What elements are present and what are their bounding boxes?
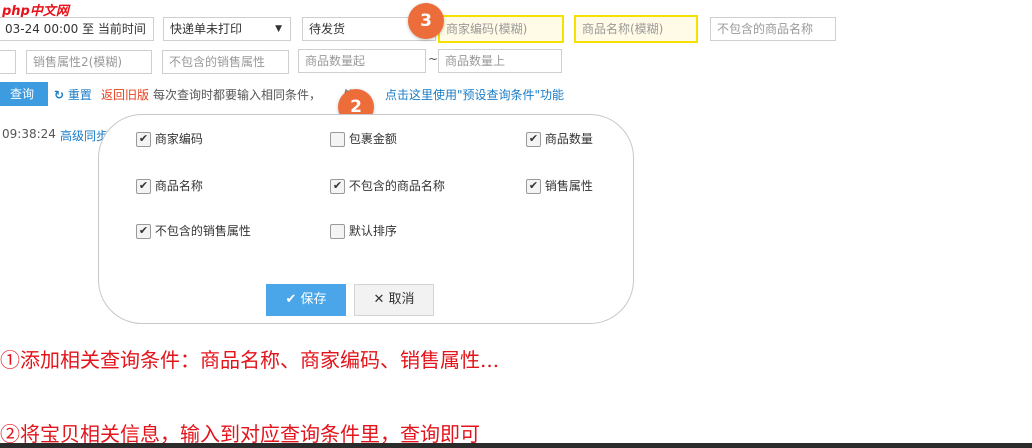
dropdown-arrow-icon: ▼ bbox=[275, 24, 282, 34]
sync-time: 09:38:24 bbox=[2, 127, 56, 141]
qty-to-input[interactable]: 商品数量上 bbox=[438, 49, 562, 73]
checkbox-icon: ✔ bbox=[136, 224, 151, 239]
close-icon: ✕ bbox=[373, 292, 385, 307]
option-label: 商品名称 bbox=[154, 179, 203, 193]
print-status-value: 快递单未打印 bbox=[170, 22, 243, 36]
checkbox-icon: ✔ bbox=[526, 179, 541, 194]
checkbox-icon bbox=[330, 224, 345, 239]
reset-label: 重置 bbox=[67, 88, 92, 102]
checkbox-icon: ✔ bbox=[330, 179, 345, 194]
reset-link[interactable]: ↻ 重置 bbox=[54, 86, 92, 103]
old-version-link[interactable]: 返回旧版 bbox=[101, 86, 149, 103]
option-label: 商家编码 bbox=[154, 132, 203, 146]
product-name-input[interactable]: 商品名称(模糊) bbox=[574, 15, 698, 43]
option-excluded-sales-attr[interactable]: ✔ 不包含的销售属性 bbox=[136, 222, 251, 239]
option-label: 不包含的商品名称 bbox=[348, 179, 445, 193]
option-sales-attr[interactable]: ✔ 销售属性 bbox=[526, 177, 593, 194]
refresh-icon: ↻ bbox=[54, 88, 65, 102]
option-product-name[interactable]: ✔ 商品名称 bbox=[136, 177, 203, 194]
option-product-qty[interactable]: ✔ 商品数量 bbox=[526, 130, 593, 147]
checkbox-icon: ✔ bbox=[136, 132, 151, 147]
instruction-note-1: ①添加相关查询条件：商品名称、商家编码、销售属性... bbox=[0, 348, 500, 372]
checkbox-icon: ✔ bbox=[136, 179, 151, 194]
option-package-amount[interactable]: 包裹金额 bbox=[330, 130, 397, 147]
option-label: 商品数量 bbox=[544, 132, 593, 146]
row2-partial-input[interactable] bbox=[0, 50, 16, 74]
sales-attr2-input[interactable]: 销售属性2(模糊) bbox=[26, 50, 152, 74]
preset-conditions-link[interactable]: 点击这里使用"预设查询条件"功能 bbox=[385, 86, 564, 103]
tip-text: 每次查询时都要输入相同条件， bbox=[153, 88, 322, 102]
qty-from-input[interactable]: 商品数量起 bbox=[298, 49, 426, 73]
merchant-code-input[interactable]: 商家编码(模糊) bbox=[438, 15, 564, 43]
qty-separator: ~ bbox=[428, 52, 439, 66]
excluded-sales-attr-input[interactable]: 不包含的销售属性 bbox=[162, 50, 289, 74]
option-excluded-product-name[interactable]: ✔ 不包含的商品名称 bbox=[330, 177, 445, 194]
option-merchant-code[interactable]: ✔ 商家编码 bbox=[136, 130, 203, 147]
checkbox-icon bbox=[330, 132, 345, 147]
query-button[interactable]: 查询 bbox=[0, 82, 48, 106]
save-button[interactable]: ✔ 保存 bbox=[266, 284, 346, 316]
print-status-select[interactable]: 快递单未打印 ▼ bbox=[163, 17, 291, 41]
cancel-button[interactable]: ✕ 取消 bbox=[354, 284, 434, 316]
checkbox-icon: ✔ bbox=[526, 132, 541, 147]
date-range-field[interactable]: 03-24 00:00 至 当前时间 bbox=[0, 17, 154, 41]
save-label: 保存 bbox=[300, 292, 327, 307]
option-default-sort[interactable]: 默认排序 bbox=[330, 222, 397, 239]
check-icon: ✔ bbox=[285, 292, 297, 307]
cancel-label: 取消 bbox=[388, 292, 415, 307]
option-label: 默认排序 bbox=[348, 224, 397, 238]
excluded-product-name-input[interactable]: 不包含的商品名称 bbox=[710, 17, 836, 41]
option-label: 不包含的销售属性 bbox=[154, 224, 251, 238]
option-label: 销售属性 bbox=[544, 179, 593, 193]
option-label: 包裹金额 bbox=[348, 132, 397, 146]
step-badge-3: 3 bbox=[408, 3, 444, 39]
bottom-bar bbox=[0, 443, 1032, 448]
